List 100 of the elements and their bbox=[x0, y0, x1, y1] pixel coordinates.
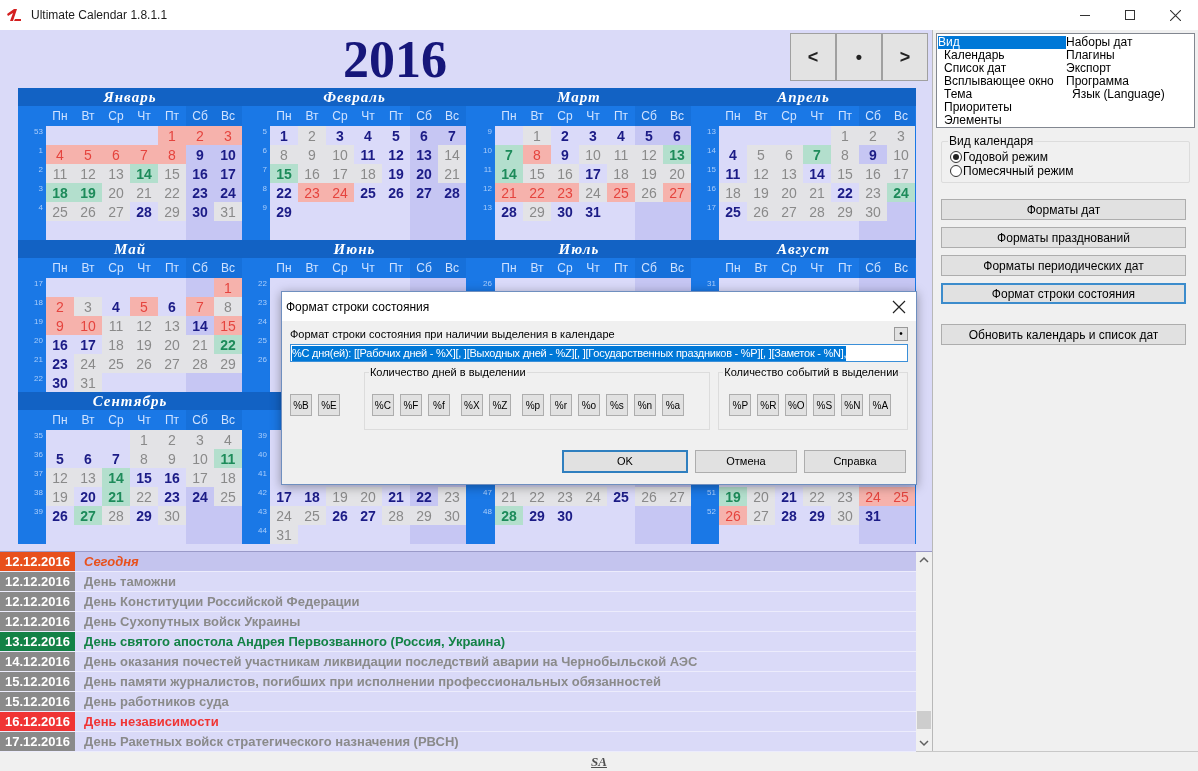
day-cell[interactable]: 28 bbox=[803, 202, 831, 221]
day-cell[interactable]: 1 bbox=[130, 430, 158, 449]
day-cell[interactable]: 9 bbox=[186, 145, 214, 164]
day-cell[interactable]: 12 bbox=[635, 145, 663, 164]
day-cell[interactable]: 27 bbox=[74, 506, 102, 525]
day-cell[interactable]: 25 bbox=[298, 506, 326, 525]
day-cell[interactable]: 10 bbox=[579, 145, 607, 164]
day-cell[interactable]: 11 bbox=[607, 145, 635, 164]
day-cell[interactable]: 30 bbox=[831, 506, 859, 525]
close-icon[interactable] bbox=[892, 299, 906, 314]
day-cell[interactable]: 9 bbox=[859, 145, 887, 164]
event-row[interactable]: 15.12.2016 День памяти журналистов, погибших при исполнении профессиональных обязанностей bbox=[0, 672, 916, 692]
format-code-button[interactable]: %P bbox=[729, 394, 752, 416]
day-cell[interactable]: 3 bbox=[74, 297, 102, 316]
day-cell[interactable]: 23 bbox=[158, 487, 186, 506]
day-cell[interactable]: 31 bbox=[579, 202, 607, 221]
event-row[interactable]: 15.12.2016 День работников суда bbox=[0, 692, 916, 712]
day-cell[interactable]: 26 bbox=[74, 202, 102, 221]
day-cell[interactable]: 3 bbox=[214, 126, 242, 145]
day-cell[interactable]: 19 bbox=[46, 487, 74, 506]
day-cell[interactable]: 5 bbox=[382, 126, 410, 145]
day-cell[interactable]: 14 bbox=[102, 468, 130, 487]
day-cell[interactable]: 15 bbox=[214, 316, 242, 335]
format-code-button[interactable]: %E bbox=[318, 394, 340, 416]
day-cell[interactable]: 1 bbox=[523, 126, 551, 145]
nav-button[interactable]: • bbox=[836, 33, 882, 81]
day-cell[interactable]: 26 bbox=[719, 506, 747, 525]
tree-item[interactable]: Всплывающее окно bbox=[938, 75, 1066, 88]
day-cell[interactable]: 28 bbox=[495, 202, 523, 221]
day-cell[interactable]: 18 bbox=[214, 468, 242, 487]
day-cell[interactable]: 17 bbox=[74, 335, 102, 354]
day-cell[interactable]: 21 bbox=[382, 487, 410, 506]
day-cell[interactable]: 7 bbox=[186, 297, 214, 316]
day-cell[interactable]: 29 bbox=[803, 506, 831, 525]
day-cell[interactable]: 9 bbox=[551, 145, 579, 164]
day-cell[interactable]: 7 bbox=[803, 145, 831, 164]
day-cell[interactable]: 30 bbox=[46, 373, 74, 392]
day-cell[interactable]: 20 bbox=[747, 487, 775, 506]
radio-button[interactable] bbox=[950, 165, 962, 177]
nav-button[interactable]: > bbox=[882, 33, 928, 81]
day-cell[interactable]: 25 bbox=[354, 183, 382, 202]
format-code-button[interactable]: %s bbox=[605, 394, 628, 416]
tree-item[interactable]: Вид bbox=[938, 36, 1066, 49]
day-cell[interactable]: 25 bbox=[607, 183, 635, 202]
day-cell[interactable]: 8 bbox=[130, 449, 158, 468]
day-cell[interactable]: 20 bbox=[102, 183, 130, 202]
day-cell[interactable]: 15 bbox=[158, 164, 186, 183]
format-code-button[interactable]: %F bbox=[399, 394, 422, 416]
day-cell[interactable]: 11 bbox=[102, 316, 130, 335]
format-code-button[interactable]: %r bbox=[549, 394, 572, 416]
day-cell[interactable]: 14 bbox=[438, 145, 466, 164]
day-cell[interactable]: 7 bbox=[438, 126, 466, 145]
scrollbar-thumb[interactable] bbox=[917, 711, 931, 729]
day-cell[interactable]: 31 bbox=[859, 506, 887, 525]
day-cell[interactable]: 1 bbox=[831, 126, 859, 145]
event-row[interactable]: 14.12.2016 День оказания почестей участникам ликвидации последствий аварии на Чернобыльской АЭС bbox=[0, 652, 916, 672]
day-cell[interactable]: 3 bbox=[579, 126, 607, 145]
day-cell[interactable]: 29 bbox=[523, 506, 551, 525]
day-cell[interactable]: 19 bbox=[130, 335, 158, 354]
day-cell[interactable]: 1 bbox=[158, 126, 186, 145]
tree-item[interactable]: Тема bbox=[938, 88, 1066, 101]
day-cell[interactable]: 5 bbox=[130, 297, 158, 316]
day-cell[interactable]: 16 bbox=[158, 468, 186, 487]
day-cell[interactable]: 31 bbox=[74, 373, 102, 392]
day-cell[interactable]: 29 bbox=[270, 202, 298, 221]
format-code-button[interactable]: %o bbox=[577, 394, 600, 416]
tree-item[interactable]: Экспорт bbox=[1066, 62, 1194, 75]
day-cell[interactable]: 8 bbox=[523, 145, 551, 164]
day-cell[interactable]: 24 bbox=[214, 183, 242, 202]
day-cell[interactable]: 13 bbox=[74, 468, 102, 487]
day-cell[interactable]: 9 bbox=[298, 145, 326, 164]
day-cell[interactable]: 26 bbox=[747, 202, 775, 221]
dialog-button[interactable]: Справка bbox=[804, 450, 906, 473]
day-cell[interactable]: 21 bbox=[102, 487, 130, 506]
day-cell[interactable]: 27 bbox=[354, 506, 382, 525]
day-cell[interactable]: 15 bbox=[523, 164, 551, 183]
day-cell[interactable]: 10 bbox=[887, 145, 915, 164]
day-cell[interactable]: 27 bbox=[663, 487, 691, 506]
tree-item[interactable]: Календарь bbox=[938, 49, 1066, 62]
day-cell[interactable]: 8 bbox=[158, 145, 186, 164]
day-cell[interactable]: 16 bbox=[551, 164, 579, 183]
day-cell[interactable]: 24 bbox=[887, 183, 915, 202]
dialog-button[interactable]: OK bbox=[562, 450, 688, 473]
day-cell[interactable]: 19 bbox=[747, 183, 775, 202]
day-cell[interactable]: 15 bbox=[130, 468, 158, 487]
day-cell[interactable]: 6 bbox=[74, 449, 102, 468]
day-cell[interactable]: 18 bbox=[354, 164, 382, 183]
day-cell[interactable]: 31 bbox=[270, 525, 298, 544]
event-row[interactable]: 12.12.2016 Сегодня bbox=[0, 552, 916, 572]
day-cell[interactable]: 6 bbox=[663, 126, 691, 145]
day-cell[interactable]: 20 bbox=[775, 183, 803, 202]
day-cell[interactable]: 11 bbox=[354, 145, 382, 164]
day-cell[interactable]: 11 bbox=[46, 164, 74, 183]
day-cell[interactable]: 23 bbox=[831, 487, 859, 506]
day-cell[interactable]: 24 bbox=[270, 506, 298, 525]
day-cell[interactable]: 20 bbox=[354, 487, 382, 506]
settings-button[interactable]: Формат строки состояния bbox=[941, 283, 1186, 304]
day-cell[interactable]: 23 bbox=[186, 183, 214, 202]
day-cell[interactable]: 25 bbox=[887, 487, 915, 506]
day-cell[interactable]: 18 bbox=[607, 164, 635, 183]
